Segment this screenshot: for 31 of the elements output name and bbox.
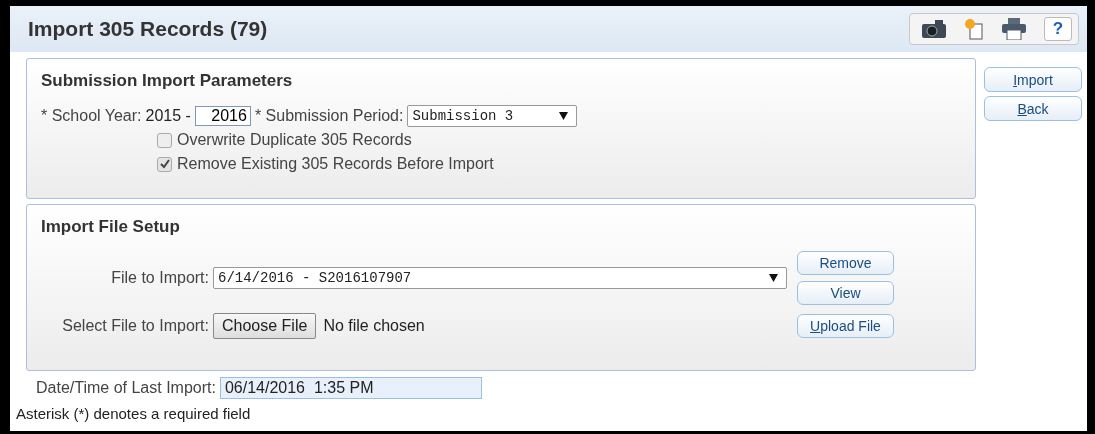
field-label: * School Year: [41,107,142,125]
panel-title: Submission Import Parameters [41,71,294,91]
choose-file-button[interactable]: Choose File [213,313,317,339]
footnote: Asterisk (*) denotes a required field [16,405,252,422]
checkbox-label: Remove Existing 305 Records Before Import [177,155,494,173]
year-start: 2015 - [145,107,191,125]
field-label: * Submission Period: [254,107,404,125]
checkbox-label: Overwrite Duplicate 305 Records [177,131,412,149]
caret-icon [769,274,778,282]
year-input[interactable]: 2016 [194,106,251,126]
last-import-field: 06/14/2016 1:35 PM [219,377,482,399]
checkbox[interactable] [157,132,172,148]
panel-title: Import File Setup [41,217,181,237]
file-status: No file chosen [323,317,425,335]
action-button[interactable]: Back [984,96,1082,121]
checkbox[interactable] [157,156,172,172]
field-label: Select File to Import: [61,317,210,335]
period-dropdown[interactable]: Submission 3 [407,105,578,127]
camera-icon[interactable] [922,20,946,38]
action-button[interactable]: View [797,281,894,305]
document-star-icon[interactable] [964,18,984,40]
file-dropdown[interactable]: 6/14/2016 - S2016107907 [213,267,787,289]
help-button[interactable]: ? [1044,17,1072,41]
printer-icon[interactable] [1002,18,1026,40]
action-button[interactable]: Import [984,67,1082,92]
field-label: Date/Time of Last Import: [36,379,216,397]
caret-icon [559,112,569,120]
field-label: File to Import: [110,269,210,287]
upload-button[interactable]: Upload File [797,314,894,338]
window-title: Import 305 Records (79) [28,17,268,41]
action-button[interactable]: Remove [797,251,894,275]
